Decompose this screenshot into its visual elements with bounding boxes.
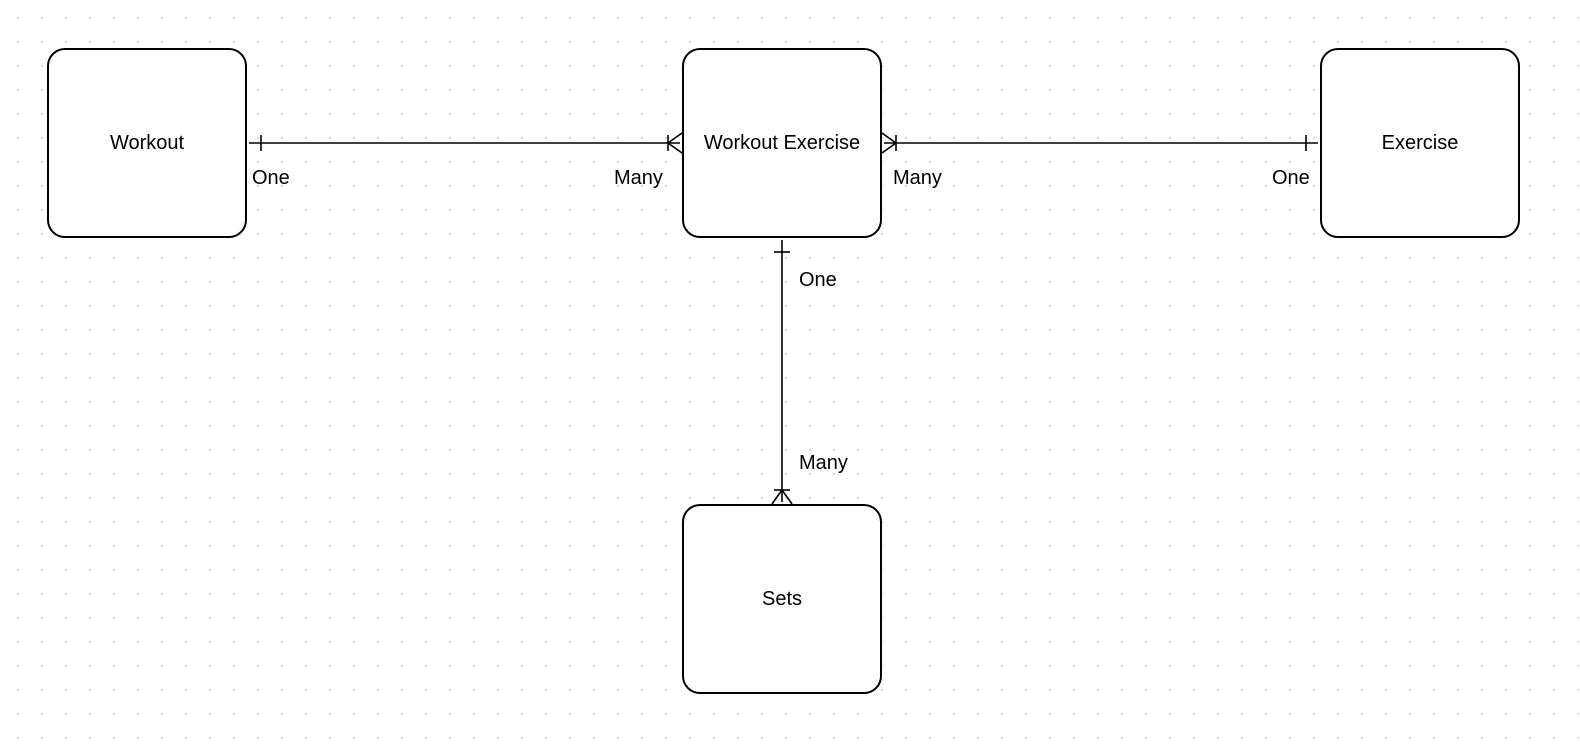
entity-workout-exercise-label: Workout Exercise xyxy=(704,132,860,155)
label-one-exercise-side: One xyxy=(1272,167,1310,190)
er-diagram-canvas[interactable]: Workout Workout Exercise Exercise Sets xyxy=(0,0,1580,746)
entity-workout-label: Workout xyxy=(110,132,184,155)
label-many-we-right-side: Many xyxy=(893,167,942,190)
label-many-sets-top-side: Many xyxy=(799,452,848,475)
connector-workout-exercise-to-exercise xyxy=(882,133,1318,153)
entity-workout[interactable]: Workout xyxy=(47,48,247,238)
entity-exercise[interactable]: Exercise xyxy=(1320,48,1520,238)
entity-sets[interactable]: Sets xyxy=(682,504,882,694)
label-many-we-left-side: Many xyxy=(614,167,663,190)
connector-workout-to-workout-exercise xyxy=(249,133,682,153)
connector-workout-exercise-to-sets xyxy=(772,240,792,504)
label-one-we-bottom-side: One xyxy=(799,269,837,292)
entity-workout-exercise[interactable]: Workout Exercise xyxy=(682,48,882,238)
entity-exercise-label: Exercise xyxy=(1382,132,1459,155)
label-one-workout-side: One xyxy=(252,167,290,190)
entity-sets-label: Sets xyxy=(762,588,802,611)
